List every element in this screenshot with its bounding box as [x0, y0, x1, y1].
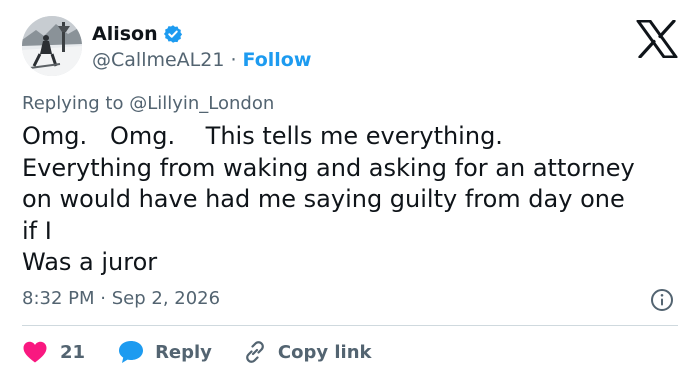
like-count: 21 — [60, 341, 86, 363]
avatar-photo — [22, 16, 82, 76]
reply-label: Reply — [155, 341, 212, 363]
reply-context-prefix: Replying to — [22, 93, 130, 114]
like-button[interactable]: 21 — [22, 340, 85, 364]
tweet-timestamp[interactable]: 8:32 PM · Sep 2, 2026 — [22, 288, 220, 309]
author-name-row: Alison — [92, 20, 183, 48]
author-handle[interactable]: @CallmeAL21 — [92, 49, 224, 71]
copy-link-label: Copy link — [277, 341, 372, 363]
heart-icon — [23, 341, 47, 363]
author-display-name[interactable]: Alison — [92, 23, 158, 45]
actions-divider — [22, 325, 678, 326]
tweet-time: 8:32 PM — [22, 288, 95, 309]
avatar[interactable] — [22, 16, 82, 76]
tweet-date: Sep 2, 2026 — [111, 288, 221, 309]
tweet-actions: 21 Reply Copy link — [22, 337, 372, 367]
tweet-card: Alison @CallmeAL21 · Follow Replying to … — [0, 0, 700, 379]
handle-separator: · — [230, 49, 237, 71]
reply-button[interactable]: Reply — [117, 339, 212, 365]
author-handle-row: @CallmeAL21 · Follow — [92, 47, 311, 73]
follow-button[interactable]: Follow — [242, 49, 311, 71]
copy-link-button[interactable]: Copy link — [242, 339, 372, 365]
timestamp-separator: · — [100, 288, 106, 309]
x-logo-icon[interactable] — [636, 19, 678, 59]
verified-badge-icon — [163, 24, 183, 44]
tweet-text: Omg. Omg. This tells me everything. Ever… — [22, 122, 635, 276]
reply-mention-link[interactable]: @Lillyin_London — [129, 93, 274, 114]
reply-context: Replying to @Lillyin_London — [22, 93, 274, 114]
info-icon[interactable] — [650, 288, 674, 312]
speech-bubble-icon — [119, 341, 144, 363]
link-icon — [246, 341, 264, 363]
